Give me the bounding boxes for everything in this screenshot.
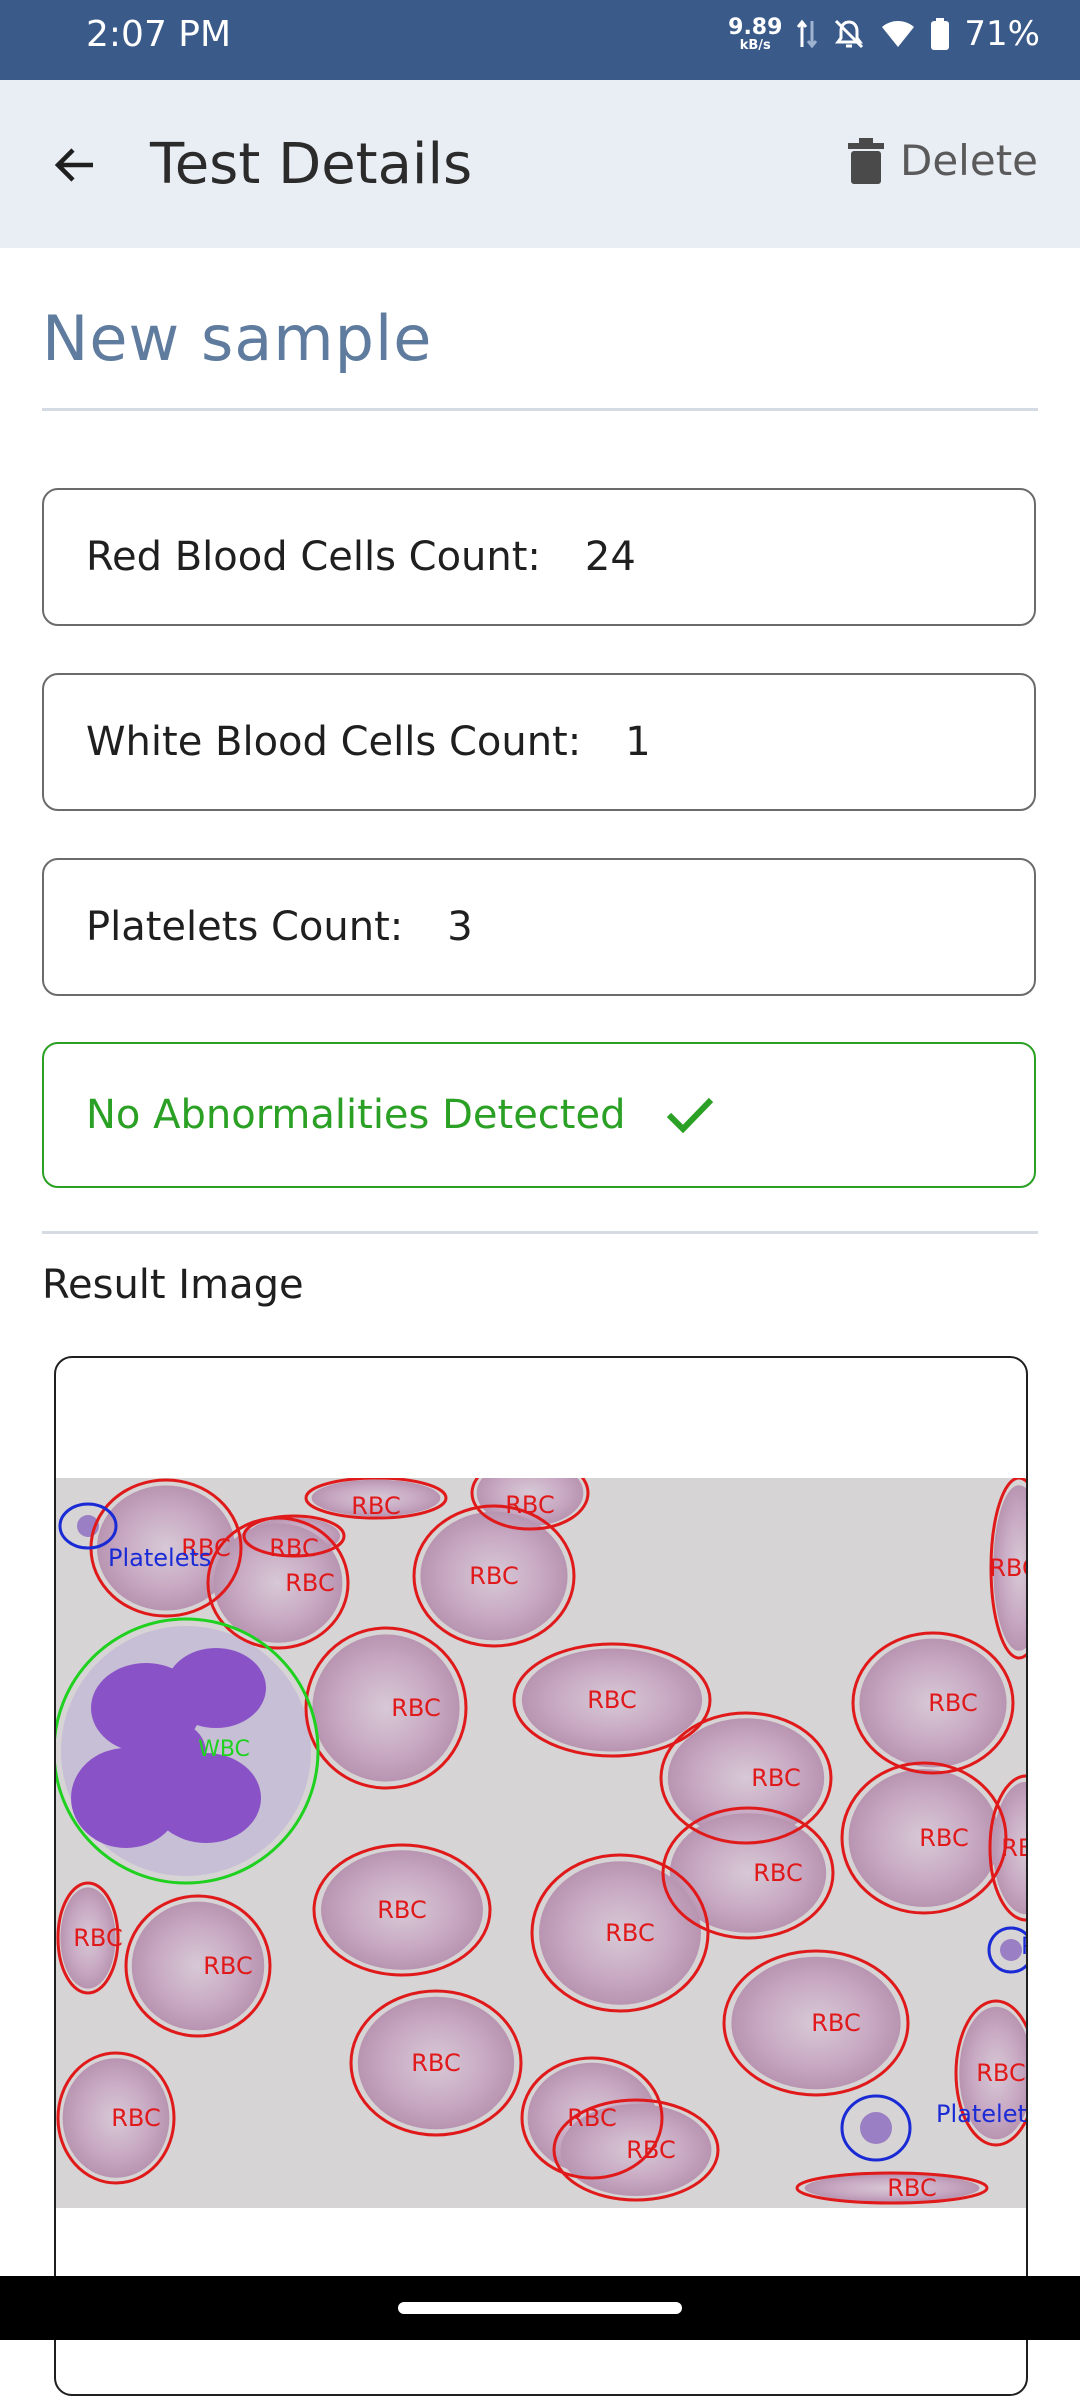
- network-speed: 9.89 kB/s: [728, 14, 783, 53]
- rbc-detection-label: RBC: [377, 1896, 426, 1924]
- rbc-detection-label: RBC: [605, 1919, 654, 1947]
- status-bar: 2:07 PM 9.89 kB/s 71%: [0, 0, 1080, 80]
- rbc-count-value: 24: [584, 534, 636, 580]
- platelet-detection-label: Platelets: [1021, 1932, 1028, 1960]
- network-speed-value: 9.89: [728, 14, 783, 40]
- rbc-detection-label: RBC: [411, 2049, 460, 2077]
- rbc-detection-label: RBC: [887, 2174, 936, 2202]
- wbc-nucleus-lobe: [146, 1723, 206, 1783]
- data-arrows-icon: [796, 17, 818, 51]
- platelet-body: [860, 2112, 892, 2144]
- wbc-detection-label: WBC: [198, 1737, 250, 1762]
- arrow-left-icon: [54, 148, 93, 182]
- rbc-detection-label: RBC: [391, 1694, 440, 1722]
- rbc-detection-label: RBC: [751, 1764, 800, 1792]
- network-speed-unit: kB/s: [739, 37, 771, 53]
- rbc-count-card: Red Blood Cells Count: 24: [42, 488, 1036, 626]
- wifi-icon: [880, 19, 916, 49]
- rbc-detection-label: RBC: [753, 1859, 802, 1887]
- rbc-detection-label: RBC: [1001, 1834, 1028, 1862]
- check-icon: [665, 1095, 715, 1135]
- status-icons: 9.89 kB/s 71%: [728, 14, 1040, 54]
- sample-title: New sample: [42, 302, 433, 375]
- result-image: RBC RBC RBC RBC RBC RBC RBC RBC RBC RBC RBC RBC RBC R…: [56, 1478, 1028, 2208]
- delete-label: Delete: [900, 136, 1038, 185]
- rbc-detection-label: RBC: [626, 2136, 675, 2164]
- battery-percent: 71%: [964, 14, 1040, 54]
- rbc-detection-label: RBC: [811, 2009, 860, 2037]
- result-image-label: Result Image: [42, 1262, 304, 1308]
- silent-bell-icon: [832, 17, 866, 51]
- wbc-count-label: White Blood Cells Count:: [86, 719, 582, 765]
- platelets-count-card: Platelets Count: 3: [42, 858, 1036, 996]
- title-divider: [42, 408, 1038, 411]
- page-title: Test Details: [150, 132, 473, 197]
- section-divider: [42, 1231, 1038, 1234]
- system-nav-bar: [0, 2276, 1080, 2340]
- back-button[interactable]: [40, 130, 110, 200]
- rbc-detection-label: RBC: [203, 1952, 252, 1980]
- result-status-card: No Abnormalities Detected: [42, 1042, 1036, 1188]
- rbc-detection-label: RBC: [587, 1686, 636, 1714]
- wbc-count-value: 1: [625, 719, 651, 765]
- trash-icon: [848, 137, 884, 184]
- platelets-count-label: Platelets Count:: [86, 904, 404, 950]
- rbc-detection-label: RBC: [351, 1492, 400, 1520]
- rbc-detection-label: RBC: [989, 1554, 1028, 1582]
- delete-button[interactable]: Delete: [848, 136, 1038, 185]
- rbc-detection-label: RBC: [285, 1569, 334, 1597]
- status-time: 2:07 PM: [86, 14, 232, 55]
- platelets-count-value: 3: [447, 904, 473, 950]
- rbc-detection-label: RBC: [111, 2104, 160, 2132]
- platelet-detection-label: Platelets: [936, 2100, 1028, 2128]
- rbc-detection-label: RBC: [269, 1534, 318, 1562]
- rbc-detection-label: RBC: [919, 1824, 968, 1852]
- platelet-detection-label: Platelets: [108, 1544, 211, 1572]
- battery-icon: [930, 17, 950, 51]
- wbc-count-card: White Blood Cells Count: 1: [42, 673, 1036, 811]
- home-gesture-handle[interactable]: [398, 2302, 682, 2314]
- app-bar: Test Details Delete: [0, 80, 1080, 248]
- rbc-detection-label: RBC: [469, 1562, 518, 1590]
- platelet-body: [1000, 1939, 1022, 1961]
- wbc-nucleus-lobe: [166, 1648, 266, 1728]
- rbc-detection-label: RBC: [928, 1689, 977, 1717]
- rbc-detection-label: RBC: [976, 2059, 1025, 2087]
- result-image-frame: RBC RBC RBC RBC RBC RBC RBC RBC RBC RBC RBC RBC RBC R…: [54, 1356, 1028, 2396]
- blood-smear-annotated-image: RBC RBC RBC RBC RBC RBC RBC RBC RBC RBC RBC RBC RBC R…: [56, 1478, 1028, 2208]
- rbc-detection-label: RBC: [73, 1924, 122, 1952]
- rbc-count-label: Red Blood Cells Count:: [86, 534, 541, 580]
- result-status-text: No Abnormalities Detected: [86, 1092, 626, 1138]
